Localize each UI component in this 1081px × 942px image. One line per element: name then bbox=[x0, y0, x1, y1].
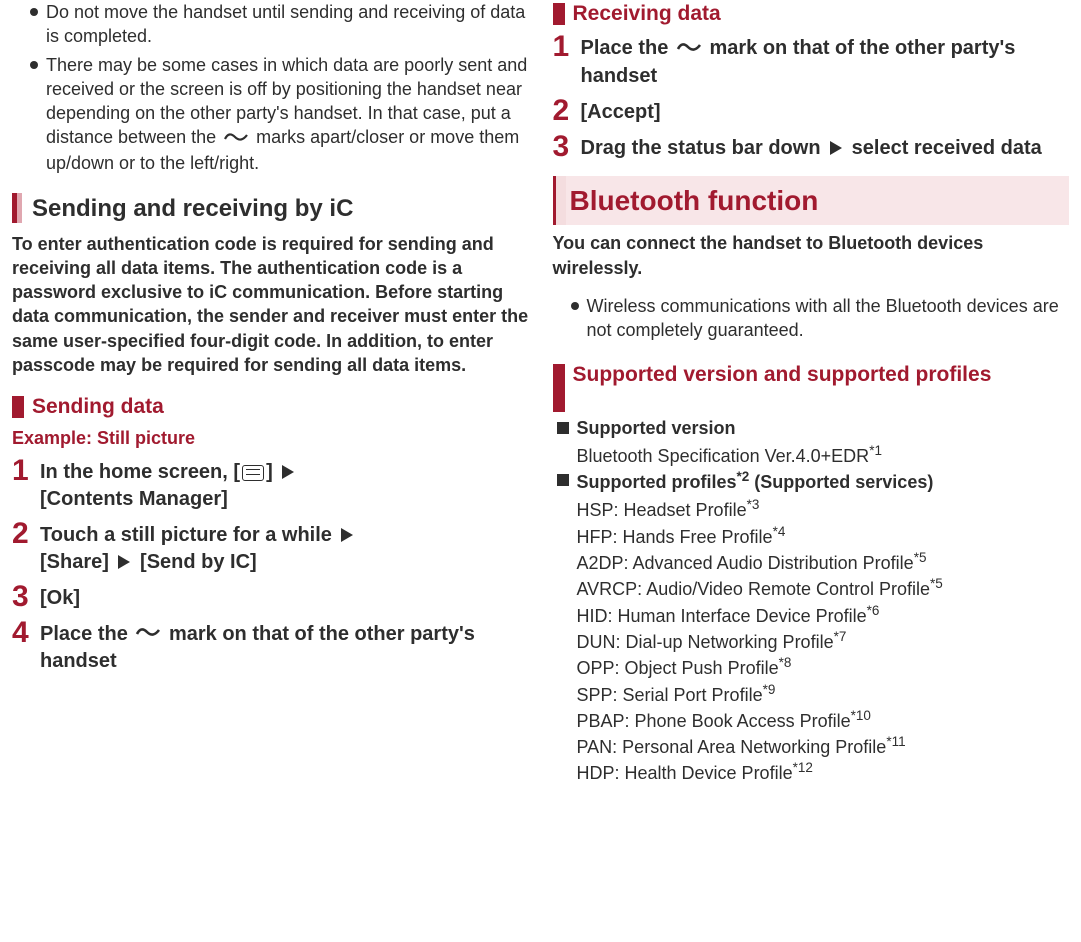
text: [Share] bbox=[40, 551, 109, 573]
heading-text: Sending and receiving by iC bbox=[32, 193, 353, 225]
footnote-ref: *1 bbox=[869, 443, 882, 458]
bullet-item: There may be some cases in which data ar… bbox=[30, 53, 529, 176]
text: [Ok] bbox=[40, 582, 80, 612]
intro-text: You can connect the handset to Bluetooth… bbox=[553, 231, 1070, 280]
footnote-ref: *4 bbox=[773, 524, 786, 539]
footnote-ref: *7 bbox=[834, 629, 847, 644]
supported-version-body: Bluetooth Specification Ver.4.0+EDR*1 bbox=[557, 442, 1070, 468]
right-column: Receiving data Place the mark on that of… bbox=[541, 0, 1081, 806]
footnote-ref: *9 bbox=[763, 682, 776, 697]
heading-supported-profiles: Supported version and supported profiles bbox=[553, 361, 1070, 412]
section-bluetooth: Bluetooth function bbox=[553, 176, 1070, 226]
step-item: Touch a still picture for a while [Share… bbox=[12, 519, 529, 576]
text: HDP: Health Device Profile bbox=[577, 763, 793, 783]
text: DUN: Dial-up Networking Profile bbox=[577, 632, 834, 652]
profile-item: HID: Human Interface Device Profile*6 bbox=[577, 602, 1070, 628]
receiving-steps: Place the mark on that of the other part… bbox=[553, 32, 1070, 161]
arrow-icon bbox=[118, 555, 130, 569]
footnote-ref: *2 bbox=[737, 469, 750, 484]
arrow-icon bbox=[830, 141, 842, 155]
text: select received data bbox=[852, 137, 1042, 159]
profile-item: HFP: Hands Free Profile*4 bbox=[577, 523, 1070, 549]
profile-item: OPP: Object Push Profile*8 bbox=[577, 654, 1070, 680]
bullet-item: Wireless communications with all the Blu… bbox=[571, 294, 1070, 343]
text: HFP: Hands Free Profile bbox=[577, 527, 773, 547]
heading-text: Sending data bbox=[32, 393, 164, 421]
text: In the home screen, [ bbox=[40, 461, 240, 483]
text: ] bbox=[266, 461, 273, 483]
text: A2DP: Advanced Audio Distribution Profil… bbox=[577, 553, 914, 573]
text: SPP: Serial Port Profile bbox=[577, 685, 763, 705]
wave-mark-icon bbox=[223, 127, 249, 151]
footnote-ref: *12 bbox=[793, 760, 813, 775]
heading-bar-icon bbox=[553, 3, 565, 25]
text: Bluetooth Specification Ver.4.0+EDR bbox=[577, 446, 870, 466]
label: Supported version bbox=[577, 418, 736, 438]
profile-item: SPP: Serial Port Profile*9 bbox=[577, 681, 1070, 707]
profile-item: A2DP: Advanced Audio Distribution Profil… bbox=[577, 549, 1070, 575]
step-item: [Ok] bbox=[12, 582, 529, 612]
profile-item: AVRCP: Audio/Video Remote Control Profil… bbox=[577, 575, 1070, 601]
step-item: In the home screen, [] [Contents Manager… bbox=[12, 456, 529, 513]
footnote-ref: *6 bbox=[867, 603, 880, 618]
intro-text: To enter authentication code is required… bbox=[12, 232, 529, 378]
profile-item: HDP: Health Device Profile*12 bbox=[577, 759, 1070, 785]
heading-bar-icon bbox=[553, 364, 565, 412]
text: [Send by IC] bbox=[140, 551, 257, 573]
arrow-icon bbox=[341, 528, 353, 542]
bluetooth-bullets: Wireless communications with all the Blu… bbox=[553, 294, 1070, 343]
profile-item: DUN: Dial-up Networking Profile*7 bbox=[577, 628, 1070, 654]
text: HSP: Headset Profile bbox=[577, 500, 747, 520]
step-item: Place the mark on that of the other part… bbox=[12, 618, 529, 675]
text: [Accept] bbox=[581, 96, 661, 126]
wave-mark-icon bbox=[135, 621, 161, 648]
supported-version: Supported version bbox=[557, 416, 1070, 440]
profile-item: PBAP: Phone Book Access Profile*10 bbox=[577, 707, 1070, 733]
profiles-list: Supported version Bluetooth Specificatio… bbox=[553, 416, 1070, 786]
supported-profiles-body: HSP: Headset Profile*3HFP: Hands Free Pr… bbox=[557, 496, 1070, 785]
heading-sending-receiving: Sending and receiving by iC bbox=[12, 193, 529, 225]
text: PAN: Personal Area Networking Profile bbox=[577, 737, 887, 757]
text: Place the bbox=[581, 37, 674, 59]
step-item: [Accept] bbox=[553, 96, 1070, 126]
label: Supported profiles bbox=[577, 472, 737, 492]
text: [Contents Manager] bbox=[40, 488, 228, 510]
heading-sending-data: Sending data bbox=[12, 393, 529, 421]
text: Touch a still picture for a while bbox=[40, 524, 332, 546]
footnote-ref: *5 bbox=[930, 576, 943, 591]
example-label: Example: Still picture bbox=[12, 426, 529, 450]
profile-item: HSP: Headset Profile*3 bbox=[577, 496, 1070, 522]
menu-icon bbox=[242, 465, 264, 481]
bullet-item: Do not move the handset until sending an… bbox=[30, 0, 529, 49]
footnote-ref: *8 bbox=[779, 655, 792, 670]
footnote-ref: *3 bbox=[747, 497, 760, 512]
intro-bullets: Do not move the handset until sending an… bbox=[12, 0, 529, 175]
step-item: Drag the status bar down select received… bbox=[553, 132, 1070, 162]
wave-mark-icon bbox=[676, 36, 702, 63]
left-column: Do not move the handset until sending an… bbox=[0, 0, 541, 806]
footnote-ref: *11 bbox=[886, 734, 905, 749]
text: (Supported services) bbox=[749, 472, 933, 492]
text: AVRCP: Audio/Video Remote Control Profil… bbox=[577, 579, 931, 599]
heading-text: Receiving data bbox=[573, 0, 721, 28]
footnote-ref: *10 bbox=[851, 708, 871, 723]
arrow-icon bbox=[282, 465, 294, 479]
section-title: Bluetooth function bbox=[570, 182, 1060, 220]
heading-bar-icon bbox=[12, 193, 22, 223]
text: Place the bbox=[40, 623, 133, 645]
supported-profiles: Supported profiles*2 (Supported services… bbox=[557, 468, 1070, 494]
text: Drag the status bar down bbox=[581, 137, 821, 159]
heading-bar-icon bbox=[12, 396, 24, 418]
heading-receiving-data: Receiving data bbox=[553, 0, 1070, 28]
profile-item: PAN: Personal Area Networking Profile*11 bbox=[577, 733, 1070, 759]
step-item: Place the mark on that of the other part… bbox=[553, 32, 1070, 89]
heading-text: Supported version and supported profiles bbox=[573, 361, 992, 389]
sending-steps: In the home screen, [] [Contents Manager… bbox=[12, 456, 529, 675]
text: OPP: Object Push Profile bbox=[577, 658, 779, 678]
footnote-ref: *5 bbox=[914, 550, 927, 565]
text: PBAP: Phone Book Access Profile bbox=[577, 711, 851, 731]
text: HID: Human Interface Device Profile bbox=[577, 606, 867, 626]
